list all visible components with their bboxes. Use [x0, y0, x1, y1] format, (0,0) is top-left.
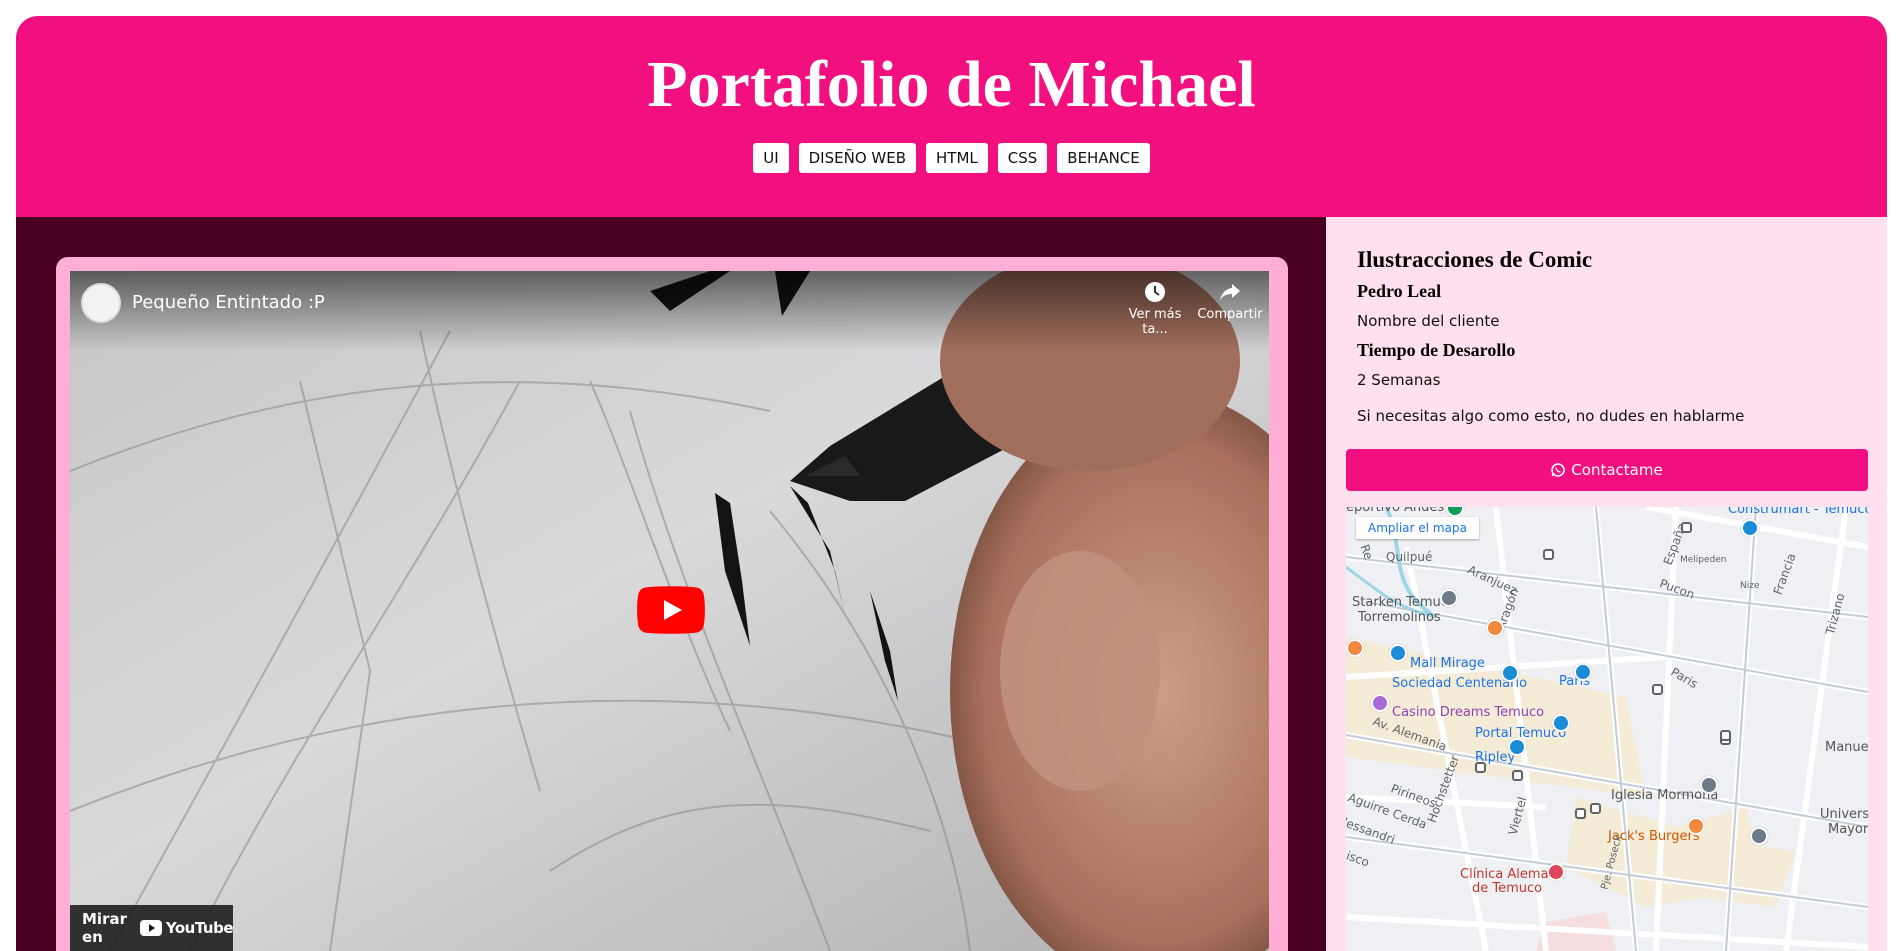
youtube-wordmark: YouTube — [165, 919, 234, 937]
map-label-melipeden: Melipeden — [1680, 555, 1727, 565]
page: Portafolio de Michael UI DISEÑO WEB HTML… — [16, 16, 1887, 951]
map-pin-starken[interactable] — [1440, 589, 1458, 607]
share-icon — [1220, 284, 1240, 301]
watch-later-button[interactable]: Ver más ta... — [1115, 281, 1195, 337]
play-button[interactable] — [637, 586, 705, 634]
development-time-heading: Tiempo de Desarollo — [1357, 340, 1516, 360]
youtube-logo: YouTube — [139, 919, 234, 937]
watch-on-label: Mirar en — [82, 910, 127, 946]
tag-behance[interactable]: BEHANCE — [1057, 143, 1150, 173]
whatsapp-icon — [1551, 463, 1566, 477]
map-label-construmart: Construmart - Temuco — [1728, 507, 1868, 517]
main-content: Pequeño Entintado :P Ver más ta... Compa… — [16, 217, 1326, 951]
map-label-quilpue: Quilpué — [1386, 550, 1433, 564]
map-pin-restaurant-1[interactable] — [1486, 619, 1504, 637]
map-pin-paris[interactable] — [1574, 663, 1592, 681]
bus-stop-icon — [1720, 730, 1731, 741]
map-pin-university[interactable] — [1750, 827, 1768, 845]
youtube-icon — [139, 920, 162, 936]
bus-stop-icon — [1475, 762, 1486, 773]
site-title: Portafolio de Michael — [647, 48, 1256, 121]
site-header: Portafolio de Michael UI DISEÑO WEB HTML… — [16, 16, 1887, 217]
map-label-nize: Nize — [1740, 581, 1760, 591]
map-label-torremolinos: Torremolinos — [1358, 610, 1441, 625]
tag-ui[interactable]: UI — [753, 143, 789, 173]
bus-stop-icon — [1543, 549, 1554, 560]
video-player[interactable]: Pequeño Entintado :P Ver más ta... Compa… — [70, 271, 1269, 951]
map-label-casino: Casino Dreams Temuco — [1392, 705, 1545, 720]
map-pin-sociedad[interactable] — [1501, 664, 1519, 682]
map-label-clinica-2: de Temuco — [1472, 881, 1543, 896]
bus-stop-icon — [1575, 808, 1586, 819]
client-name: Pedro Leal — [1357, 281, 1442, 301]
map-label-deportivo: eportivo Andes — [1346, 507, 1445, 515]
tag-diseno-web[interactable]: DISEÑO WEB — [798, 143, 916, 173]
map-label-mall: Mall Mirage — [1410, 656, 1485, 671]
watch-on-youtube-button[interactable]: Mirar en YouTube — [70, 905, 234, 951]
share-button[interactable]: Compartir — [1190, 281, 1269, 322]
map-pin-jacks[interactable] — [1687, 817, 1705, 835]
project-title: Ilustracciones de Comic — [1357, 247, 1593, 272]
map-pin-construmart[interactable] — [1741, 519, 1759, 537]
video-title[interactable]: Pequeño Entintado :P — [132, 292, 325, 313]
map-label-manuel: Manuel — [1825, 740, 1868, 755]
contact-button[interactable]: Contactame — [1346, 449, 1868, 491]
bus-stop-icon — [1681, 522, 1692, 533]
project-sidebar: Ilustracciones de Comic Pedro Leal Nombr… — [1326, 217, 1887, 951]
development-time-value: 2 Semanas — [1357, 371, 1441, 389]
enlarge-map-link[interactable]: Ampliar el mapa — [1356, 517, 1479, 539]
map-pin-portal[interactable] — [1552, 714, 1570, 732]
tag-list: UI DISEÑO WEB HTML CSS BEHANCE — [16, 143, 1887, 173]
map-pin-restaurant-2[interactable] — [1346, 639, 1364, 657]
map-pin-casino[interactable] — [1371, 694, 1389, 712]
tag-css[interactable]: CSS — [997, 143, 1048, 173]
contact-button-label: Contactame — [1571, 461, 1663, 479]
map-pin-clinica[interactable] — [1547, 863, 1565, 881]
share-label: Compartir — [1197, 307, 1263, 322]
clock-icon — [1145, 282, 1165, 302]
tag-html[interactable]: HTML — [926, 143, 988, 173]
channel-avatar[interactable] — [81, 283, 121, 323]
map-label-university-1: Universic — [1820, 807, 1868, 822]
bus-stop-icon — [1590, 803, 1601, 814]
contact-prompt: Si necesitas algo como esto, no dudes en… — [1357, 407, 1745, 425]
video-frame: Pequeño Entintado :P Ver más ta... Compa… — [56, 257, 1288, 951]
map-pin-ripley[interactable] — [1508, 738, 1526, 756]
bus-stop-icon — [1652, 684, 1663, 695]
bus-stop-icon — [1512, 770, 1523, 781]
map-pin-mall[interactable] — [1389, 644, 1407, 662]
map-pin-iglesia[interactable] — [1700, 776, 1718, 794]
embedded-map[interactable]: eportivo Andes Construmart - Temuco Quil… — [1346, 507, 1868, 951]
client-label: Nombre del cliente — [1357, 312, 1500, 330]
map-label-university-2: Mayor — [1828, 822, 1868, 837]
watch-later-label: Ver más ta... — [1128, 307, 1182, 337]
